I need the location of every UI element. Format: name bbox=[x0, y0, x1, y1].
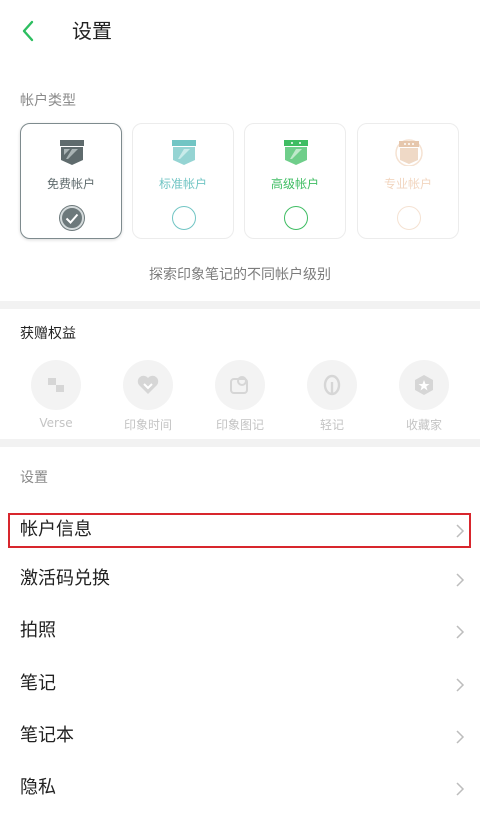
gift-label: 轻记 bbox=[319, 418, 344, 432]
settings-row-notes[interactable]: 笔记 bbox=[0, 659, 480, 711]
unselected-radio-icon bbox=[397, 206, 421, 230]
selected-check-icon bbox=[60, 206, 84, 230]
standard-account-icon bbox=[172, 140, 196, 165]
unselected-radio-icon bbox=[284, 206, 308, 230]
gift-yinxiang-time[interactable]: 印象时间 bbox=[108, 360, 188, 434]
chevron-left-icon bbox=[22, 20, 34, 42]
gift-collector[interactable]: 收藏家 bbox=[384, 360, 464, 434]
free-account-icon bbox=[60, 140, 84, 165]
settings-row-label: 拍照 bbox=[20, 620, 56, 641]
account-card-label: 标准帐户 bbox=[158, 177, 207, 191]
settings-row-label: 激活码兑换 bbox=[20, 568, 110, 589]
section-divider bbox=[0, 301, 480, 309]
account-type-label: 帐户类型 bbox=[20, 93, 76, 109]
collector-icon bbox=[399, 360, 449, 410]
pro-account-icon bbox=[395, 139, 423, 166]
gift-light-note[interactable]: 轻记 bbox=[292, 360, 372, 434]
account-card-label: 免费帐户 bbox=[46, 177, 95, 191]
settings-row-label: 笔记 bbox=[20, 673, 56, 694]
highlight-box bbox=[8, 513, 471, 548]
gift-label: 印象图记 bbox=[215, 418, 264, 432]
unselected-radio-icon bbox=[172, 206, 196, 230]
verse-icon bbox=[31, 360, 81, 410]
settings-row-label: 隐私 bbox=[20, 777, 56, 798]
account-card-pro[interactable]: 专业帐户 bbox=[357, 123, 459, 239]
gift-label: 收藏家 bbox=[405, 418, 442, 432]
premium-account-icon bbox=[284, 140, 308, 165]
account-card-free[interactable]: 免费帐户 bbox=[20, 123, 122, 239]
account-card-label: 高级帐户 bbox=[270, 177, 319, 191]
settings-row-privacy[interactable]: 隐私 bbox=[0, 763, 480, 815]
settings-section-label: 设置 bbox=[20, 470, 48, 486]
chevron-right-icon bbox=[456, 782, 465, 796]
explore-account-levels-link[interactable]: 探索印象笔记的不同帐户级别 bbox=[0, 264, 480, 284]
heart-icon bbox=[123, 360, 173, 410]
account-card-premium[interactable]: 高级帐户 bbox=[244, 123, 346, 239]
gifts-title: 获赠权益 bbox=[20, 326, 76, 342]
image-note-icon bbox=[215, 360, 265, 410]
gift-label: 印象时间 bbox=[123, 418, 172, 432]
settings-row-activation-code[interactable]: 激活码兑换 bbox=[0, 554, 480, 606]
page-title: 设置 bbox=[72, 19, 112, 43]
account-card-standard[interactable]: 标准帐户 bbox=[132, 123, 234, 239]
settings-row-label: 笔记本 bbox=[20, 725, 74, 746]
settings-row-camera[interactable]: 拍照 bbox=[0, 606, 480, 658]
top-bar: 设置 bbox=[0, 0, 480, 62]
chevron-right-icon bbox=[456, 573, 465, 587]
settings-row-notebooks[interactable]: 笔记本 bbox=[0, 711, 480, 763]
account-card-label: 专业帐户 bbox=[383, 177, 432, 191]
gift-verse[interactable]: Verse bbox=[16, 360, 96, 434]
chevron-right-icon bbox=[456, 730, 465, 744]
light-note-icon bbox=[307, 360, 357, 410]
chevron-right-icon bbox=[456, 625, 465, 639]
chevron-right-icon bbox=[456, 678, 465, 692]
account-type-cards: 免费帐户 标准帐户 高级帐户 专业帐户 bbox=[20, 123, 460, 240]
back-button[interactable] bbox=[14, 17, 42, 45]
gift-label: Verse bbox=[39, 416, 73, 430]
section-divider bbox=[0, 439, 480, 447]
gift-image-note[interactable]: 印象图记 bbox=[200, 360, 280, 434]
